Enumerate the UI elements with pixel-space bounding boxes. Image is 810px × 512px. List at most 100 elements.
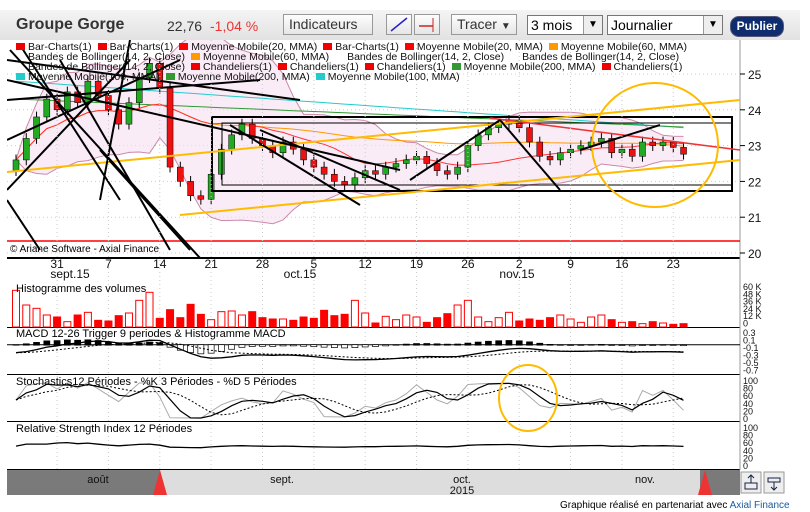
x-tick-label: 19 [410, 257, 424, 271]
footer-text: Graphique réalisé en partenariat avec [560, 500, 730, 511]
volume-bar [207, 319, 216, 328]
month-label: oct.15 [284, 267, 317, 281]
volume-bar [515, 320, 524, 328]
legend-swatch [97, 43, 107, 50]
candle [454, 166, 461, 175]
macd-histogram-bar [669, 344, 677, 346]
volume-bar [546, 317, 555, 328]
macd-histogram-bar [587, 344, 595, 346]
volume-bar [566, 318, 575, 328]
volume-bar [237, 314, 246, 328]
candle [423, 156, 431, 164]
navigator-out-range [7, 470, 160, 495]
navigator-month-label: sept. [270, 474, 294, 486]
macd-histogram-bar [53, 340, 61, 346]
volume-bar [124, 312, 133, 328]
candle [43, 98, 51, 118]
x-tick-label: 23 [667, 257, 681, 271]
macd-histogram-bar [361, 344, 369, 348]
candle [197, 195, 205, 200]
volume-bar [484, 321, 493, 328]
macd-histogram-bar [248, 344, 256, 347]
axial-finance-link[interactable]: Axial Finance [730, 500, 790, 511]
x-tick-label: 26 [461, 257, 475, 271]
volume-bar [104, 320, 113, 328]
candle [228, 134, 235, 150]
macd-histogram-bar [351, 344, 359, 348]
volume-panel-title: Histogramme des volumes [16, 283, 147, 295]
volume-bar [340, 313, 349, 328]
macd-histogram-bar [279, 344, 287, 347]
macd-histogram-bar [598, 344, 605, 346]
macd-histogram-bar [680, 344, 687, 347]
volume-bar [12, 289, 20, 328]
macd-histogram-bar [423, 343, 431, 346]
volume-bar [422, 321, 431, 328]
macd-histogram-bar [12, 344, 20, 346]
macd-histogram-bar [515, 340, 523, 346]
legend-swatch [601, 63, 611, 70]
macd-histogram-bar [372, 344, 379, 347]
x-tick-label: 9 [567, 257, 574, 271]
candle [546, 156, 554, 161]
legend-swatch [277, 63, 287, 70]
footer-credit: Graphique réalisé en partenariat avec Ax… [560, 500, 790, 511]
volume-tick-label: 0 [743, 319, 748, 329]
legend-swatch [315, 73, 325, 80]
macd-histogram-bar [300, 344, 307, 347]
volume-bar [638, 323, 647, 328]
volume-bar [166, 309, 175, 328]
volume-bar [361, 312, 370, 328]
macd-histogram-bar [628, 344, 636, 347]
volume-bar [402, 314, 411, 328]
x-tick-label: 28 [256, 257, 270, 271]
stochastics-tick-label: 0 [743, 414, 748, 424]
legend-swatch [16, 73, 25, 80]
volume-bar [186, 303, 195, 328]
volume-bar [504, 311, 513, 328]
candle [433, 163, 441, 171]
volume-bar [587, 316, 596, 328]
y-tick-label: 23 [748, 140, 762, 154]
volume-bar [617, 321, 626, 328]
candle [341, 181, 348, 186]
volume-bar [94, 319, 103, 328]
legend-swatch [179, 43, 189, 50]
macd-histogram-bar [22, 343, 30, 346]
legend-row: Moyenne Mobile(100, MMA) Moyenne Mobile(2… [10, 71, 460, 83]
stochastics-panel-title: Stochastics12 Périodes - %K 3 Périodes -… [16, 376, 297, 388]
legend-swatch [16, 63, 25, 70]
macd-histogram-bar [443, 343, 451, 346]
volume-bar [381, 315, 390, 328]
month-label: sept.15 [50, 267, 90, 281]
macd-panel-title: MACD 12-26 Trigger 9 periodes & Histogra… [16, 328, 286, 340]
month-label: nov.15 [499, 267, 534, 281]
macd-histogram-bar [259, 344, 266, 347]
volume-bar [679, 323, 688, 328]
volume-bar [42, 314, 51, 328]
volume-bar [330, 315, 339, 328]
macd-histogram-bar [33, 342, 40, 346]
candle [659, 141, 667, 146]
legend-item: Moyenne Mobile(100, MMA) [28, 71, 160, 83]
volume-bar [576, 321, 585, 328]
volume-bar [433, 317, 442, 328]
macd-histogram-bar [341, 344, 348, 349]
macd-histogram-bar [567, 344, 574, 346]
copyright: © Ariane Software - Axial Finance [10, 244, 160, 255]
volume-bar [248, 311, 257, 328]
macd-histogram-bar [577, 344, 585, 346]
macd-histogram-bar [218, 344, 225, 352]
candle [536, 141, 544, 157]
legend-item: Moyenne Mobile(100, MMA) [327, 71, 460, 83]
macd-histogram-bar [228, 344, 236, 350]
volume-bar [289, 319, 298, 328]
macd-histogram-bar [238, 344, 246, 348]
volume-bar [669, 323, 678, 328]
legend-item: Moyenne Mobile(200, MMA) [177, 71, 310, 83]
volume-bar [453, 304, 462, 328]
candle [444, 170, 451, 175]
candle [526, 127, 533, 143]
macd-histogram-bar [464, 342, 472, 346]
volume-bar [217, 311, 226, 328]
